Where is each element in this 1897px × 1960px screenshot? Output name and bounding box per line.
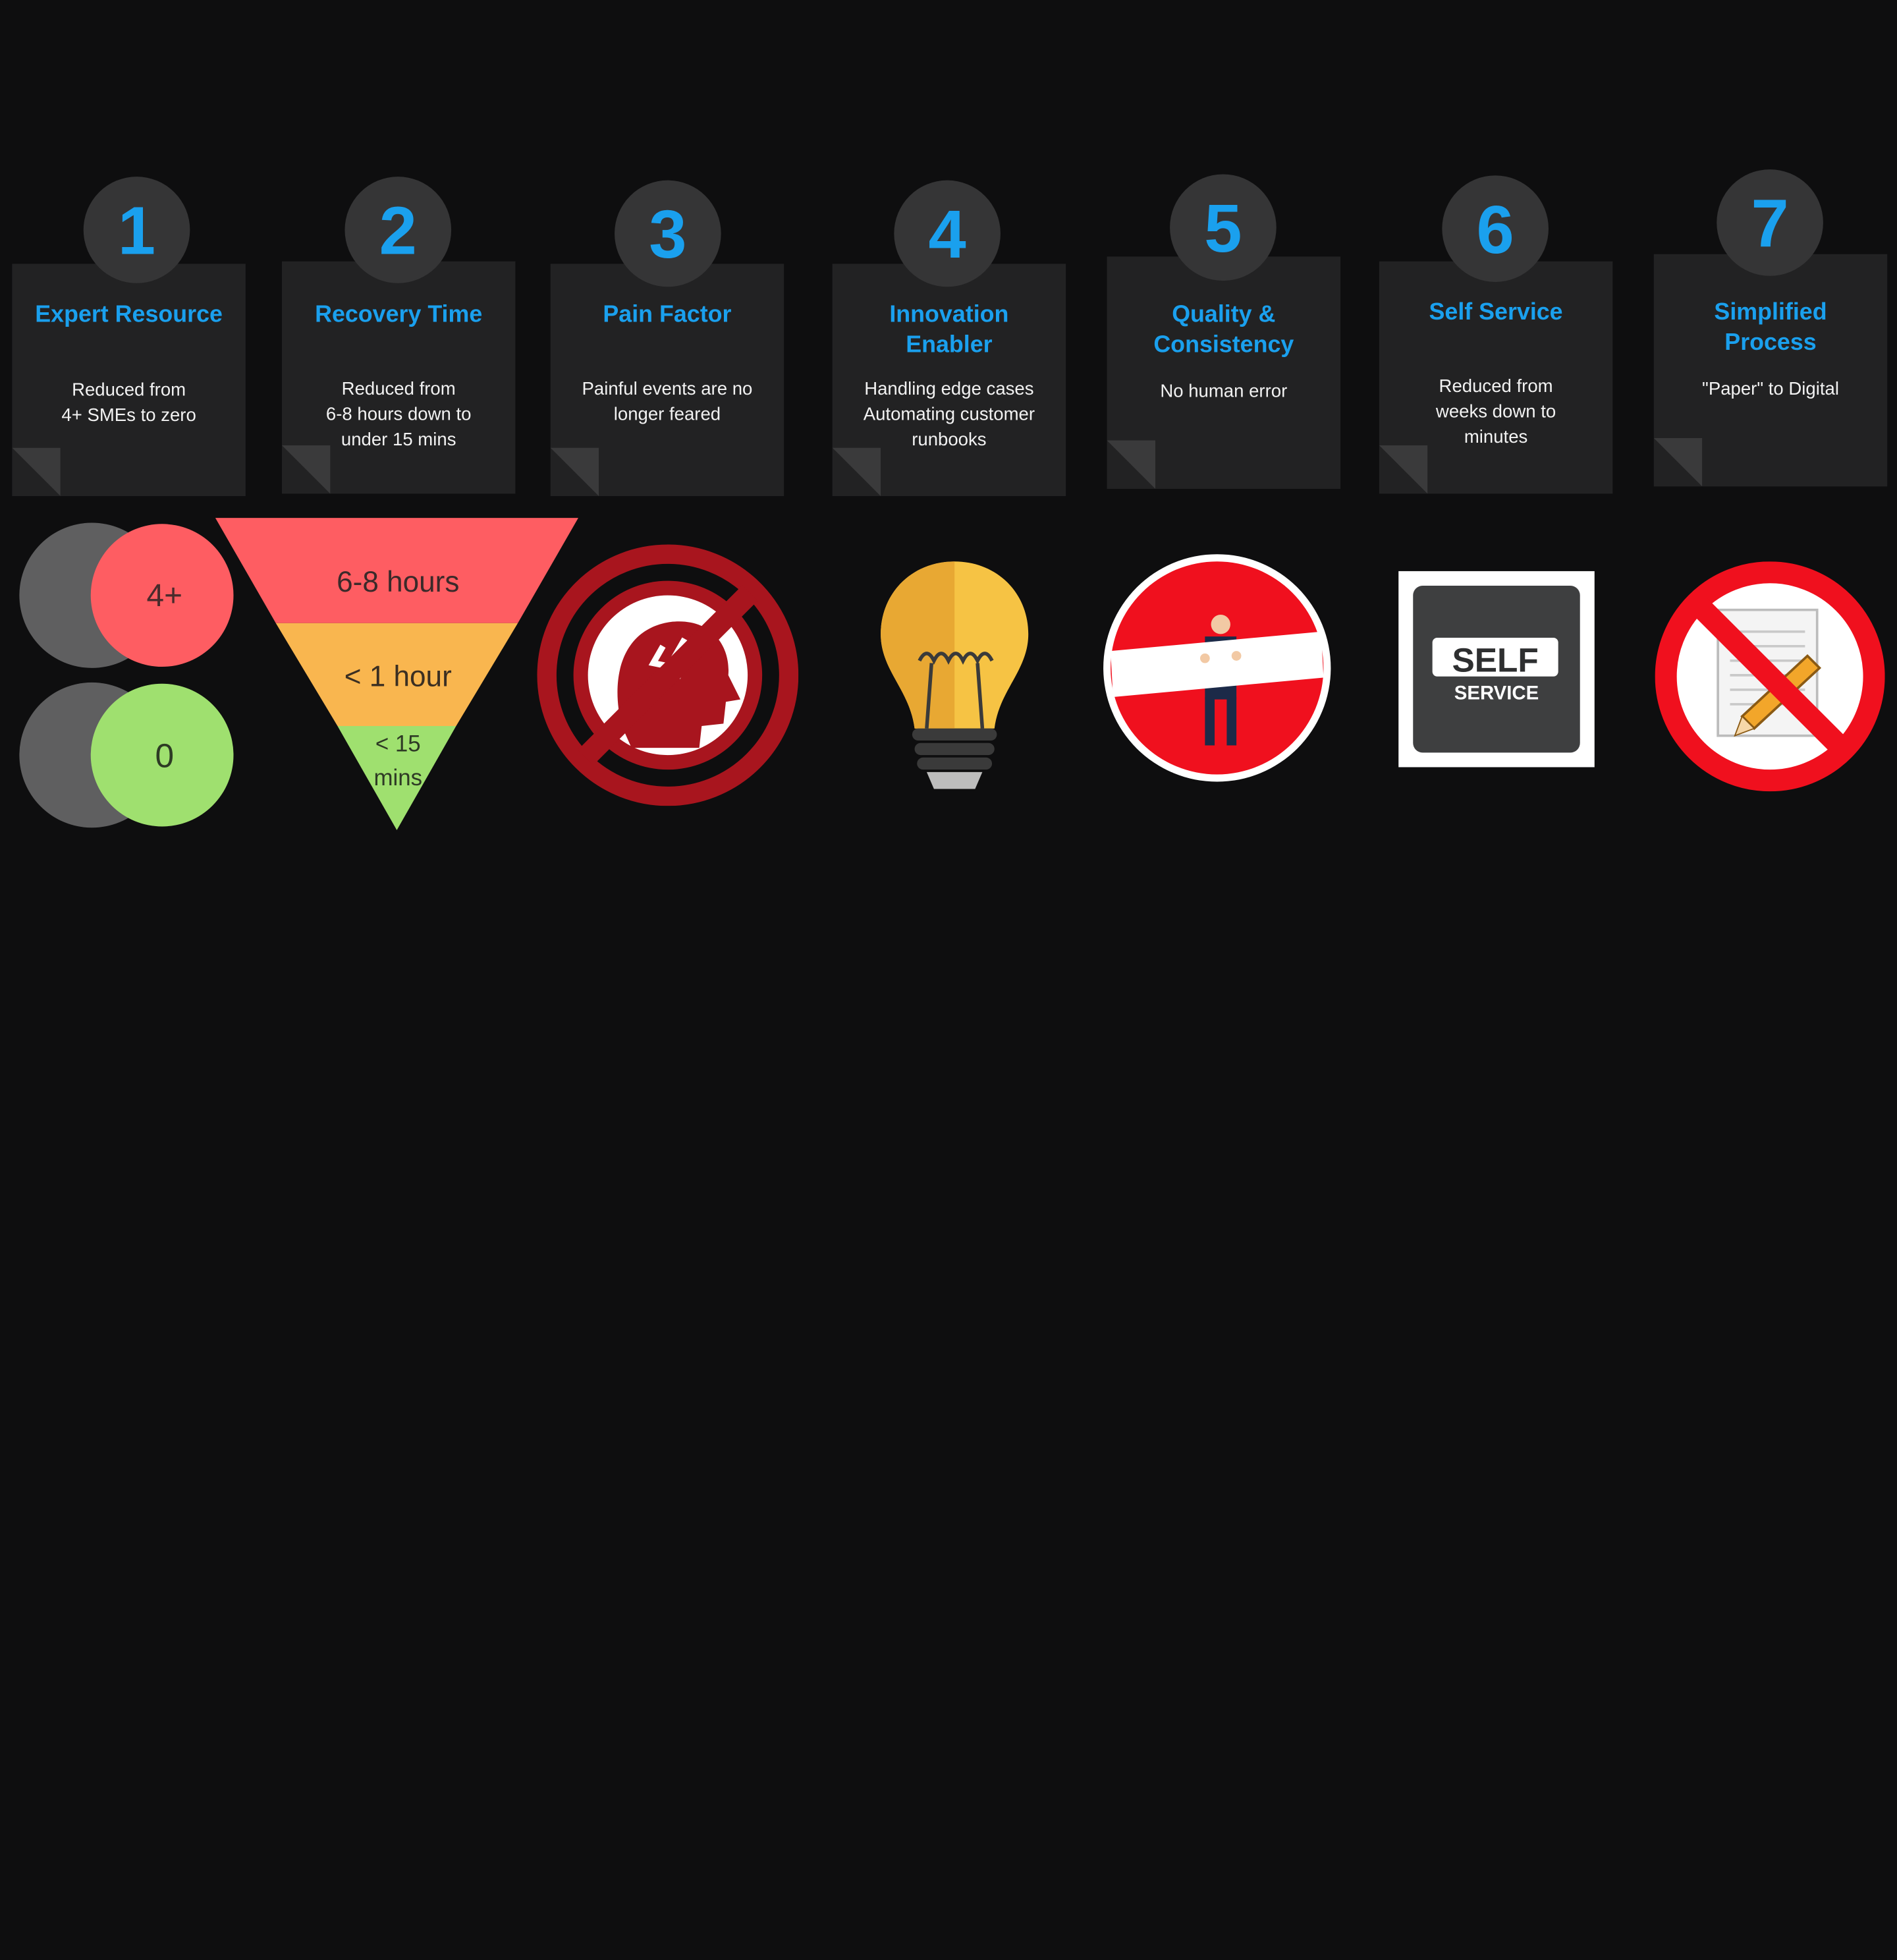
step-number-badge-4: 4 — [894, 180, 1001, 287]
page-curl-icon — [1653, 437, 1703, 487]
step-title: Expert Resource — [35, 301, 223, 328]
funnel-middle-label: < 1 hour — [344, 660, 452, 692]
step-title: Innovation Enabler — [889, 301, 1009, 358]
before-count: 4+ — [147, 578, 182, 613]
page-curl-icon — [550, 447, 599, 497]
step-description: Reduced from weeks down to minutes — [1435, 376, 1556, 448]
step-card-6: Self Service Reduced from weeks down to … — [1379, 261, 1613, 494]
step-number-badge-7: 7 — [1717, 169, 1823, 276]
step-title: Recovery Time — [315, 301, 483, 328]
service-label: SERVICE — [1454, 683, 1539, 704]
step-card-4: Innovation Enabler Handling edge cases A… — [832, 264, 1066, 497]
self-service-sign: SELF SERVICE — [1398, 571, 1595, 768]
page-curl-icon — [1107, 440, 1156, 490]
step-description: Reduced from 4+ SMEs to zero — [61, 379, 196, 426]
page-curl-icon — [1379, 445, 1428, 494]
no-paper-icon — [1655, 561, 1885, 792]
step-title: Pain Factor — [603, 301, 732, 328]
step-description: Reduced from 6-8 hours down to under 15 … — [325, 378, 472, 451]
after-count: 0 — [155, 736, 174, 774]
step-number-badge-2: 2 — [344, 177, 452, 283]
step-number-badge-6: 6 — [1442, 175, 1549, 282]
step-description: No human error — [1160, 381, 1288, 402]
step-title: Simplified Process — [1714, 298, 1827, 356]
self-label: SELF — [1452, 640, 1538, 679]
step-title: Quality & Consistency — [1153, 301, 1294, 358]
page-curl-icon — [832, 447, 881, 497]
step-title: Self Service — [1429, 298, 1563, 326]
no-entry-person-icon — [1103, 554, 1331, 782]
no-headache-icon — [537, 544, 799, 806]
step-card-3: Pain Factor Painful events are no longer… — [550, 264, 784, 497]
recovery-time-funnel: 6-8 hours < 1 hour < 15 mins — [215, 518, 578, 830]
step-description: Handling edge cases Automating customer … — [863, 378, 1035, 451]
step-card-2: Recovery Time Reduced from 6-8 hours dow… — [281, 261, 516, 494]
sme-count-circles: 4+ 0 — [19, 522, 234, 828]
step-number-badge-1: 1 — [83, 177, 190, 283]
step-card-1: Expert Resource Reduced from 4+ SMEs to … — [12, 264, 246, 497]
step-description: Painful events are no longer feared — [582, 378, 753, 425]
funnel-top-label: 6-8 hours — [337, 566, 459, 598]
funnel-bottom-label: < 15 — [375, 731, 421, 757]
page-curl-icon — [12, 447, 61, 497]
step-card-7: Simplified Process "Paper" to Digital — [1653, 254, 1888, 487]
light-bulb-icon — [881, 561, 1029, 789]
step-number-badge-5: 5 — [1170, 174, 1277, 281]
step-card-5: Quality & Consistency No human error — [1107, 256, 1341, 490]
step-number-badge-3: 3 — [615, 180, 721, 287]
step-description: "Paper" to Digital — [1702, 378, 1839, 400]
funnel-bottom-label: mins — [373, 765, 422, 791]
